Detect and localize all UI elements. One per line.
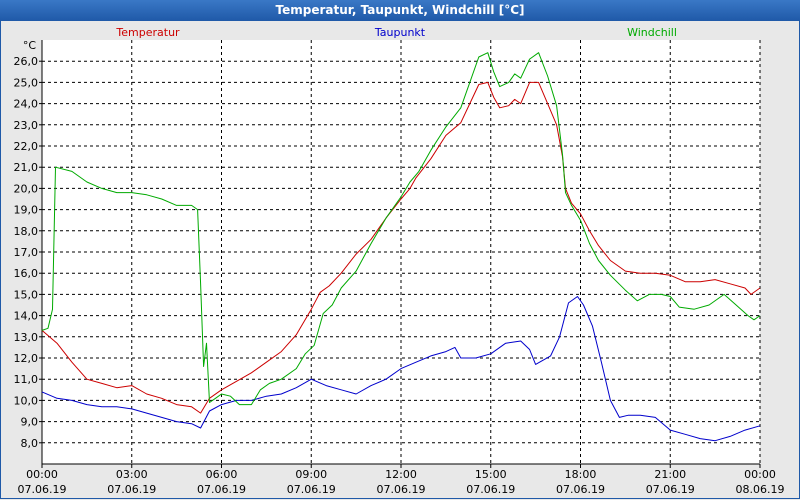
- y-tick-label: 17,0: [14, 246, 39, 259]
- x-tick-time: 21:00: [654, 468, 686, 481]
- y-tick-label: 24,0: [14, 98, 39, 111]
- y-tick-label: 12,0: [14, 352, 39, 365]
- legend: Temperatur Taupunkt Windchill: [115, 26, 677, 39]
- y-tick-label: 20,0: [14, 182, 39, 195]
- y-tick-label: 15,0: [14, 288, 39, 301]
- y-tick-label: 9,0: [21, 416, 39, 429]
- legend-temperatur: Temperatur: [115, 26, 180, 39]
- y-tick-label: 13,0: [14, 331, 39, 344]
- y-tick-label: 19,0: [14, 204, 39, 217]
- x-tick-time: 00:00: [26, 468, 58, 481]
- y-tick-label: 11,0: [14, 373, 39, 386]
- chart-area: 8,0 9,0 10,0 11,0 12,0 13,0 14,0 15,0 16,0 17,0 18…: [14, 26, 785, 496]
- x-tick-date: 08.06.19: [736, 483, 785, 496]
- legend-windchill: Windchill: [627, 26, 677, 39]
- y-tick-label: 26,0: [14, 55, 39, 68]
- x-tick-date: 07.06.19: [197, 483, 246, 496]
- x-tick-date: 07.06.19: [556, 483, 605, 496]
- x-tick-time: 03:00: [116, 468, 148, 481]
- y-tick-label: 14,0: [14, 310, 39, 323]
- x-tick-date: 07.06.19: [377, 483, 426, 496]
- x-tick-time: 18:00: [565, 468, 597, 481]
- x-tick-date: 07.06.19: [18, 483, 67, 496]
- x-tick-date: 07.06.19: [107, 483, 156, 496]
- y-tick-label: 16,0: [14, 267, 39, 280]
- y-tick-label: 8,0: [21, 437, 39, 450]
- y-tick-label: 25,0: [14, 76, 39, 89]
- x-tick-time: 09:00: [295, 468, 327, 481]
- y-tick-label: 22,0: [14, 140, 39, 153]
- x-tick-date: 07.06.19: [287, 483, 336, 496]
- legend-taupunkt: Taupunkt: [374, 26, 426, 39]
- y-tick-label: 10,0: [14, 394, 39, 407]
- y-tick-label: 21,0: [14, 161, 39, 174]
- y-unit-label: °C: [23, 39, 37, 52]
- x-tick-time: 12:00: [385, 468, 417, 481]
- y-tick-label: 18,0: [14, 225, 39, 238]
- x-tick-date: 07.06.19: [466, 483, 515, 496]
- x-tick-date: 07.06.19: [646, 483, 695, 496]
- x-tick-time: 15:00: [475, 468, 507, 481]
- x-tick-time: 00:00: [744, 468, 776, 481]
- y-tick-label: 23,0: [14, 119, 39, 132]
- x-tick-time: 06:00: [206, 468, 238, 481]
- grid-lines: [41, 40, 761, 464]
